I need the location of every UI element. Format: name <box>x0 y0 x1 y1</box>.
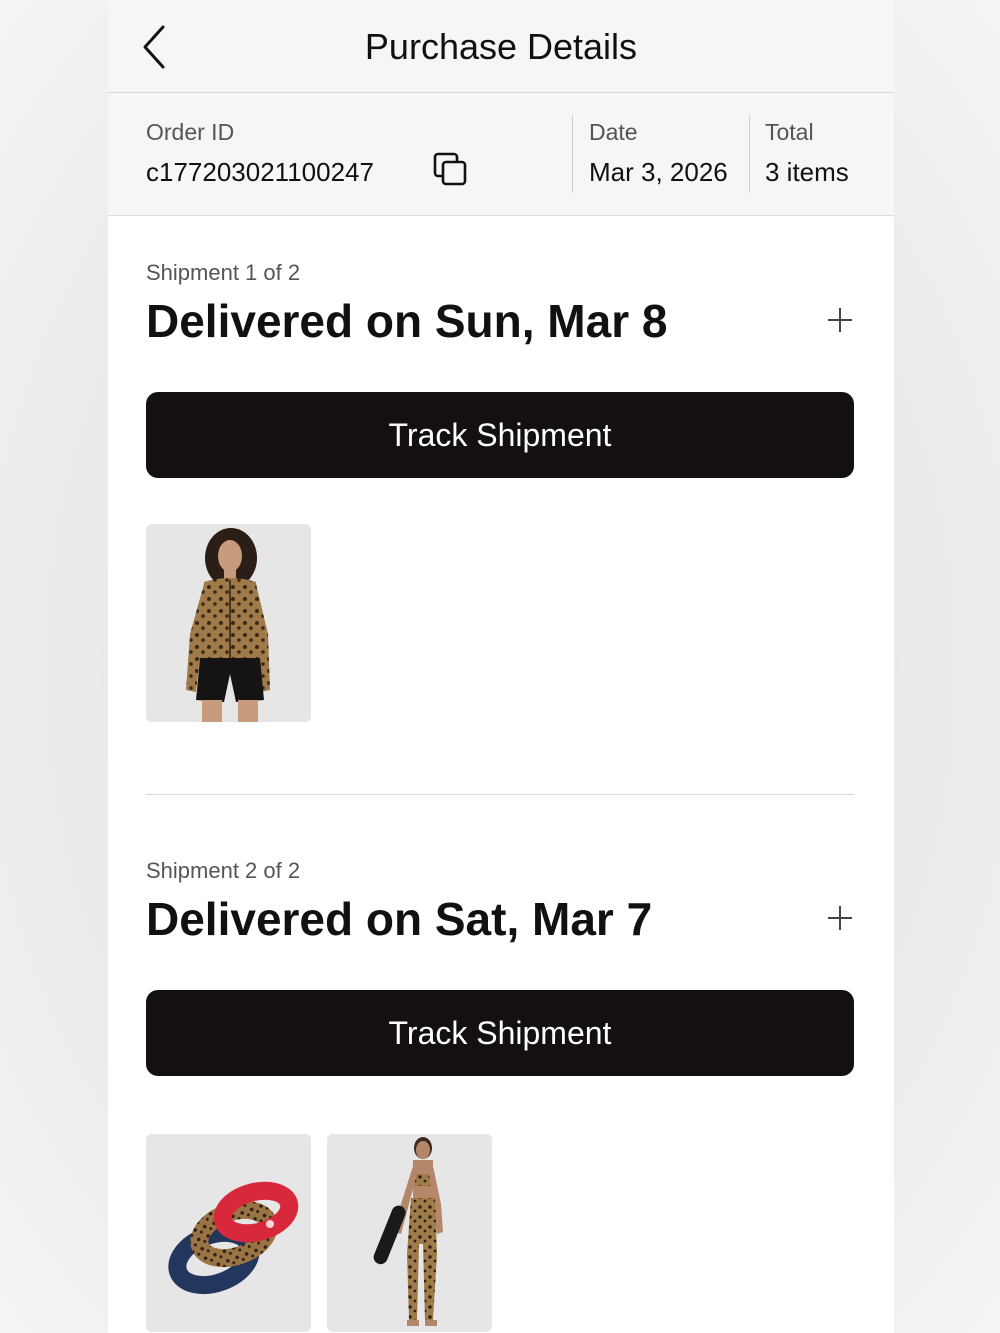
total-label: Total <box>765 119 814 145</box>
shipment-card: Shipment 2 of 2 Delivered on Sat, Mar 7 … <box>146 858 854 1333</box>
page-title: Purchase Details <box>364 26 638 67</box>
total-value: 3 items <box>765 157 849 187</box>
date-label: Date <box>589 119 638 145</box>
product-thumbnail[interactable] <box>327 1134 492 1332</box>
order-id-label: Order ID <box>146 119 235 145</box>
order-id-value: c177203021100247 <box>146 157 374 187</box>
expand-shipment-button[interactable] <box>826 904 854 932</box>
leopard-jacket-product-image <box>146 524 311 722</box>
plus-icon <box>828 906 852 930</box>
shipment-count: Shipment 1 of 2 <box>146 260 301 285</box>
date-value: Mar 3, 2026 <box>589 157 728 187</box>
shipment-status: Delivered on Sun, Mar 8 <box>146 295 668 347</box>
shipment-divider <box>146 794 854 795</box>
product-thumbnail[interactable] <box>146 1134 311 1332</box>
total-block: Total 3 items <box>765 93 885 215</box>
copy-order-id-button[interactable] <box>432 151 470 189</box>
divider <box>749 115 750 193</box>
order-id-block: Order ID c177203021100247 <box>146 93 566 215</box>
copy-icon <box>433 152 467 186</box>
plus-icon <box>828 308 852 332</box>
divider <box>572 115 573 193</box>
purchase-details-screen: Purchase Details Order ID c1772030211002… <box>108 0 894 1333</box>
product-thumbnail[interactable] <box>146 524 311 722</box>
shipment-status: Delivered on Sat, Mar 7 <box>146 893 653 945</box>
track-shipment-button[interactable]: Track Shipment <box>146 990 854 1076</box>
order-summary: Order ID c177203021100247 Date Mar 3, 20… <box>108 93 894 216</box>
scrunchie-product-image <box>146 1134 311 1332</box>
shipment-count: Shipment 2 of 2 <box>146 858 301 883</box>
date-block: Date Mar 3, 2026 <box>589 93 749 215</box>
shipment-card: Shipment 1 of 2 Delivered on Sun, Mar 8 … <box>146 260 854 740</box>
track-shipment-button[interactable]: Track Shipment <box>146 392 854 478</box>
expand-shipment-button[interactable] <box>826 306 854 334</box>
leopard-set-product-image <box>327 1134 492 1332</box>
top-bar: Purchase Details <box>108 0 894 93</box>
